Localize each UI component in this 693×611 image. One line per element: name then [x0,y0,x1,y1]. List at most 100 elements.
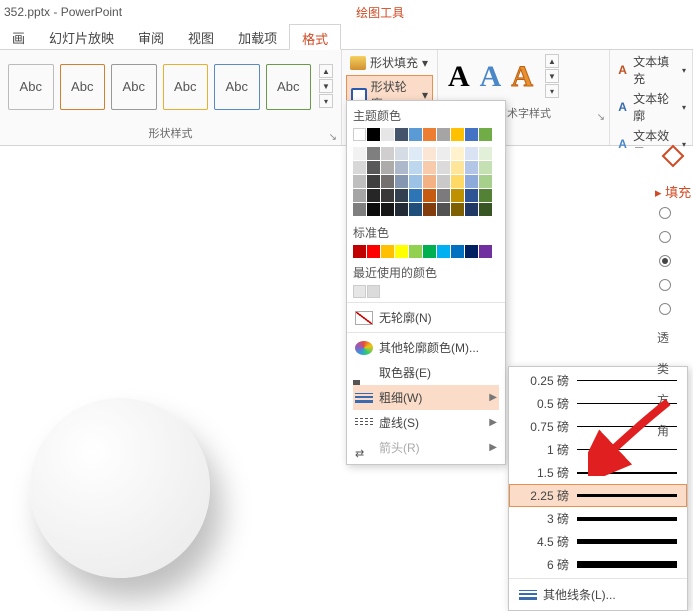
color-swatch[interactable] [381,175,394,188]
style-preset[interactable]: Abc [266,64,312,110]
weight-option[interactable]: 1 磅 [509,438,687,461]
color-swatch[interactable] [353,175,366,188]
more-colors-item[interactable]: 其他轮廓颜色(M)... [353,335,499,360]
fill-pane-icon[interactable] [659,144,687,168]
gallery-down-icon[interactable]: ▼ [319,79,333,93]
style-preset[interactable]: Abc [8,64,54,110]
fill-radio[interactable] [659,255,671,267]
color-swatch[interactable] [353,203,366,216]
text-fill-button[interactable]: A文本填充▾ [616,52,686,88]
weight-option[interactable]: 6 磅 [509,553,687,576]
color-swatch[interactable] [367,147,380,160]
color-swatch[interactable] [367,203,380,216]
color-swatch[interactable] [465,128,478,141]
shape-fill-button[interactable]: 形状填充▾ [346,52,433,73]
gallery-more-icon[interactable]: ▾ [545,84,559,98]
fill-radio[interactable] [659,279,671,291]
fill-section-label[interactable]: ▸ 填充 [653,172,693,207]
more-lines-item[interactable]: 其他线条(L)... [509,581,687,608]
weight-option[interactable]: 3 磅 [509,507,687,530]
color-swatch[interactable] [353,147,366,160]
color-swatch[interactable] [479,245,492,258]
tab-slideshow[interactable]: 幻灯片放映 [37,24,126,49]
weight-option[interactable]: 1.5 磅 [509,461,687,484]
tab-review[interactable]: 审阅 [126,24,176,49]
color-swatch[interactable] [367,245,380,258]
color-swatch[interactable] [395,128,408,141]
color-swatch[interactable] [479,147,492,160]
color-swatch[interactable] [423,189,436,202]
gallery-more-icon[interactable]: ▾ [319,94,333,108]
weight-item[interactable]: 粗细(W)▶ [353,385,499,410]
color-swatch[interactable] [423,203,436,216]
color-swatch[interactable] [465,245,478,258]
color-swatch[interactable] [409,161,422,174]
fill-radio[interactable] [659,303,671,315]
color-swatch[interactable] [423,147,436,160]
color-swatch[interactable] [451,147,464,160]
color-swatch[interactable] [409,175,422,188]
wordart-style[interactable]: A [448,60,470,94]
color-swatch[interactable] [437,203,450,216]
color-swatch[interactable] [409,203,422,216]
eyedropper-item[interactable]: 取色器(E) [353,360,499,385]
color-swatch[interactable] [409,128,422,141]
wordart-style[interactable]: A [480,60,502,94]
style-preset[interactable]: Abc [111,64,157,110]
color-swatch[interactable] [423,161,436,174]
color-swatch[interactable] [451,203,464,216]
tab-format[interactable]: 格式 [289,24,341,50]
color-swatch[interactable] [437,161,450,174]
color-swatch[interactable] [381,203,394,216]
color-swatch[interactable] [465,175,478,188]
color-swatch[interactable] [465,203,478,216]
color-swatch[interactable] [367,189,380,202]
color-swatch[interactable] [395,189,408,202]
color-swatch[interactable] [437,175,450,188]
color-swatch[interactable] [395,203,408,216]
color-swatch[interactable] [479,128,492,141]
gallery-up-icon[interactable]: ▲ [545,54,559,68]
color-swatch[interactable] [353,161,366,174]
color-swatch[interactable] [423,175,436,188]
color-swatch[interactable] [451,245,464,258]
tab-view[interactable]: 视图 [176,24,226,49]
color-swatch[interactable] [423,128,436,141]
color-swatch[interactable] [437,245,450,258]
color-swatch[interactable] [465,147,478,160]
color-swatch[interactable] [367,161,380,174]
tab-addins[interactable]: 加载项 [226,24,289,49]
color-swatch[interactable] [409,245,422,258]
dialog-launcher-icon[interactable]: ↘ [597,112,605,123]
color-swatch[interactable] [465,189,478,202]
color-swatch[interactable] [479,175,492,188]
color-swatch[interactable] [353,285,366,298]
color-swatch[interactable] [465,161,478,174]
color-swatch[interactable] [437,147,450,160]
style-preset[interactable]: Abc [60,64,106,110]
color-swatch[interactable] [367,128,380,141]
color-swatch[interactable] [381,161,394,174]
gallery-up-icon[interactable]: ▲ [319,64,333,78]
dialog-launcher-icon[interactable]: ↘ [329,132,337,143]
color-swatch[interactable] [395,161,408,174]
text-outline-button[interactable]: A文本轮廓▾ [616,89,686,125]
color-swatch[interactable] [409,147,422,160]
tab-anim[interactable]: 画 [0,24,37,49]
weight-option[interactable]: 4.5 磅 [509,530,687,553]
style-preset[interactable]: Abc [214,64,260,110]
style-preset[interactable]: Abc [163,64,209,110]
color-swatch[interactable] [353,128,366,141]
color-swatch[interactable] [367,175,380,188]
wordart-style[interactable]: A [511,60,533,94]
color-swatch[interactable] [395,245,408,258]
color-swatch[interactable] [437,189,450,202]
color-swatch[interactable] [451,189,464,202]
arrows-item[interactable]: 箭头(R)▶ [353,435,499,460]
dashes-item[interactable]: 虚线(S)▶ [353,410,499,435]
no-outline-item[interactable]: 无轮廓(N) [353,305,499,330]
color-swatch[interactable] [353,245,366,258]
color-swatch[interactable] [381,147,394,160]
color-swatch[interactable] [367,285,380,298]
color-swatch[interactable] [451,161,464,174]
